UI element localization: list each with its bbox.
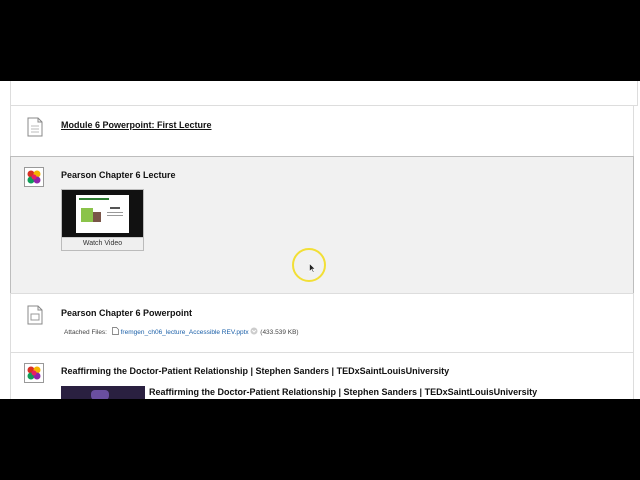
previous-item-edge (10, 81, 638, 106)
content-viewport: Module 6 Powerpoint: First Lecture Pears… (0, 81, 640, 399)
watch-video-button[interactable]: Watch Video (62, 237, 143, 250)
powerpoint-file-icon (27, 305, 43, 325)
document-icon (27, 117, 43, 137)
attached-files: Attached Files: fremgen_ch06_lecture_Acc… (64, 327, 299, 336)
options-menu-icon[interactable] (250, 327, 258, 335)
item-title: Reaffirming the Doctor-Patient Relations… (61, 366, 450, 376)
item-title-link[interactable]: Module 6 Powerpoint: First Lecture (61, 120, 212, 130)
content-item-module6-powerpoint: Module 6 Powerpoint: First Lecture (10, 105, 634, 157)
file-size: (433.539 KB) (260, 329, 299, 336)
video-thumbnail[interactable]: Watch Video (61, 189, 144, 251)
mashup-media-icon (24, 167, 44, 187)
video-preview-image (62, 190, 143, 238)
attached-file-link[interactable]: fremgen_ch06_lecture_Accessible REV.pptx (121, 329, 249, 336)
item-title: Pearson Chapter 6 Powerpoint (61, 308, 193, 318)
attached-files-label: Attached Files: (64, 329, 107, 336)
mashup-media-icon (24, 363, 44, 383)
item-title: Pearson Chapter 6 Lecture (61, 170, 176, 180)
content-item-ted-talk: Reaffirming the Doctor-Patient Relations… (10, 352, 634, 399)
video-title[interactable]: Reaffirming the Doctor-Patient Relations… (149, 387, 537, 397)
content-item-pearson-powerpoint: Pearson Chapter 6 Powerpoint Attached Fi… (10, 293, 634, 353)
video-thumbnail[interactable] (61, 386, 145, 399)
mouse-pointer-icon (309, 263, 316, 273)
file-icon (111, 327, 119, 335)
